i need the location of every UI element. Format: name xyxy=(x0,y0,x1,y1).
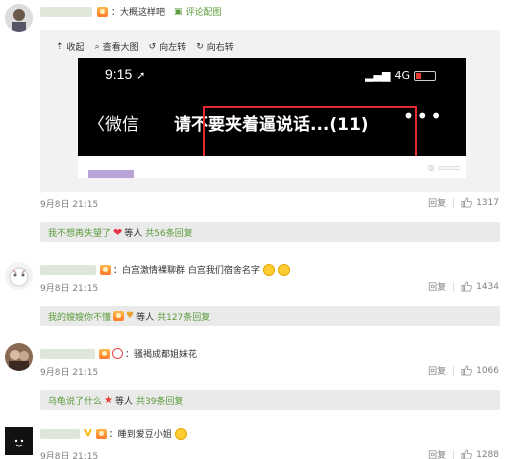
comment-text: ：白宫激情裸聊群 白宫我们宿舍名字 xyxy=(113,266,260,276)
collapse-button[interactable]: ⇡ 收起 xyxy=(56,40,85,54)
fan-badge-icon xyxy=(100,264,111,275)
fan-badge-icon xyxy=(95,428,107,439)
fan-badge-icon xyxy=(99,348,110,359)
comment-date: 9月8日 21:15 xyxy=(40,200,99,210)
thumbs-up-icon[interactable] xyxy=(461,449,472,459)
rainbow-heart-emoji-icon: ♥ xyxy=(126,311,135,321)
sub-reply-text[interactable]: 我的嫂嫂你不懂 xyxy=(48,310,111,323)
sub-reply-count[interactable]: 共56条回复 xyxy=(145,226,192,239)
view-large-button[interactable]: ⌕ 查看大图 xyxy=(94,40,139,54)
reply-button[interactable]: 回复 xyxy=(428,448,446,459)
sub-replies-bar[interactable]: 我的嫂嫂你不懂 ♥ 等人 共127条回复 xyxy=(40,306,500,326)
laughing-emoji-icon xyxy=(277,263,290,276)
heart-emoji-icon: ❤ xyxy=(113,225,123,239)
comment-text: ：大概这样吧 xyxy=(111,8,166,18)
username-blurred[interactable] xyxy=(40,6,92,17)
rotate-left-icon: ↺ xyxy=(148,41,157,52)
reply-button[interactable]: 回复 xyxy=(428,280,446,293)
like-count: 1317 xyxy=(476,197,499,208)
avatar[interactable] xyxy=(5,4,33,32)
phone-bottom-strip xyxy=(78,156,466,178)
phone-status-icons: ▂▄▆ 4G xyxy=(365,69,436,82)
comment-actions: 回复 1434 xyxy=(428,280,499,293)
sub-replies-bar[interactable]: 我不想再失望了 ❤ 等人 共56条回复 xyxy=(40,222,500,242)
avatar[interactable] xyxy=(5,427,33,455)
like-count: 1288 xyxy=(476,449,499,459)
comment-actions: 回复 1317 xyxy=(428,196,499,209)
network-label: 4G xyxy=(394,69,410,82)
comment-actions: 回复 1288 xyxy=(428,448,499,459)
comment-date: 9月8日 21:15 xyxy=(40,284,99,294)
like-count: 1434 xyxy=(476,281,499,292)
avatar[interactable] xyxy=(5,262,33,290)
comment-text: ：睡到爱豆小姐 xyxy=(108,430,172,440)
red-star-emoji-icon: ★ xyxy=(104,394,113,406)
divider xyxy=(453,449,455,459)
username-blurred[interactable] xyxy=(40,348,95,359)
like-count: 1066 xyxy=(476,365,499,376)
sub-replies-bar[interactable]: 乌龟说了什么 ★ 等人 共39条回复 xyxy=(40,390,500,410)
thumbs-up-icon[interactable] xyxy=(461,281,472,292)
avatar[interactable] xyxy=(5,343,33,371)
phone-time: 9:15 ➚ xyxy=(105,66,146,82)
divider xyxy=(453,365,455,376)
wechat-back: 〈微信 xyxy=(88,115,139,135)
username-blurred[interactable] xyxy=(40,264,96,275)
comment-date: 9月8日 21:15 xyxy=(40,452,99,459)
sub-reply-text[interactable]: 我不想再失望了 xyxy=(48,226,111,239)
signal-icon: ▂▄▆ xyxy=(365,69,391,82)
magnifier-icon: ⌕ xyxy=(94,41,100,52)
smile-emoji-icon xyxy=(174,427,187,440)
sub-reply-suffix: 等人 xyxy=(124,228,143,239)
sad-emoji-icon xyxy=(112,348,123,359)
chevron-left-icon: 〈 xyxy=(88,115,105,135)
rotate-left-button[interactable]: ↺ 向左转 xyxy=(148,40,187,54)
comment-actions: 回复 1066 xyxy=(428,364,499,377)
up-arrow-icon: ⇡ xyxy=(56,41,64,52)
rotate-right-button[interactable]: ↻ 向右转 xyxy=(196,40,234,54)
sub-reply-text[interactable]: 乌龟说了什么 xyxy=(48,394,102,407)
reply-button[interactable]: 回复 xyxy=(428,196,446,209)
divider xyxy=(453,197,455,208)
battery-icon xyxy=(414,70,436,81)
laughing-emoji-icon xyxy=(262,263,275,276)
thumbs-up-icon[interactable] xyxy=(461,365,472,376)
username-blurred[interactable] xyxy=(40,428,80,439)
comment-date: 9月8日 21:15 xyxy=(40,368,99,378)
sub-reply-suffix: 等人 xyxy=(136,312,155,323)
divider xyxy=(453,281,455,292)
sub-reply-count[interactable]: 共127条回复 xyxy=(157,310,210,323)
comment-text: ：骚褐成都姐妹花 xyxy=(125,350,198,360)
sub-reply-count[interactable]: 共39条回复 xyxy=(136,394,183,407)
screenshot-image[interactable]: 9:15 ➚ ▂▄▆ 4G 〈微信 请不要夹着逼说话...(11) ••• ◎ … xyxy=(78,58,466,178)
watermark: ◎ ▭▭▭ xyxy=(427,163,460,172)
picture-icon: ▣ xyxy=(174,6,183,17)
sub-reply-suffix: 等人 xyxy=(114,396,133,407)
picture-toolbar: ⇡ 收起 ⌕ 查看大图 ↺ 向左转 ↻ 向右转 xyxy=(56,40,234,54)
fan-badge-icon xyxy=(97,6,108,17)
comment-picture-panel: ⇡ 收起 ⌕ 查看大图 ↺ 向左转 ↻ 向右转 9:15 ➚ ▂▄▆ 4G 〈微信 请不… xyxy=(40,30,500,192)
fan-badge-icon xyxy=(113,311,125,321)
reply-button[interactable]: 回复 xyxy=(428,364,446,377)
verified-v-icon: V xyxy=(84,428,92,439)
thumbs-up-icon[interactable] xyxy=(461,197,472,208)
comment-picture-link[interactable]: 评论配图 xyxy=(186,5,222,18)
rotate-right-icon: ↻ xyxy=(196,41,204,52)
